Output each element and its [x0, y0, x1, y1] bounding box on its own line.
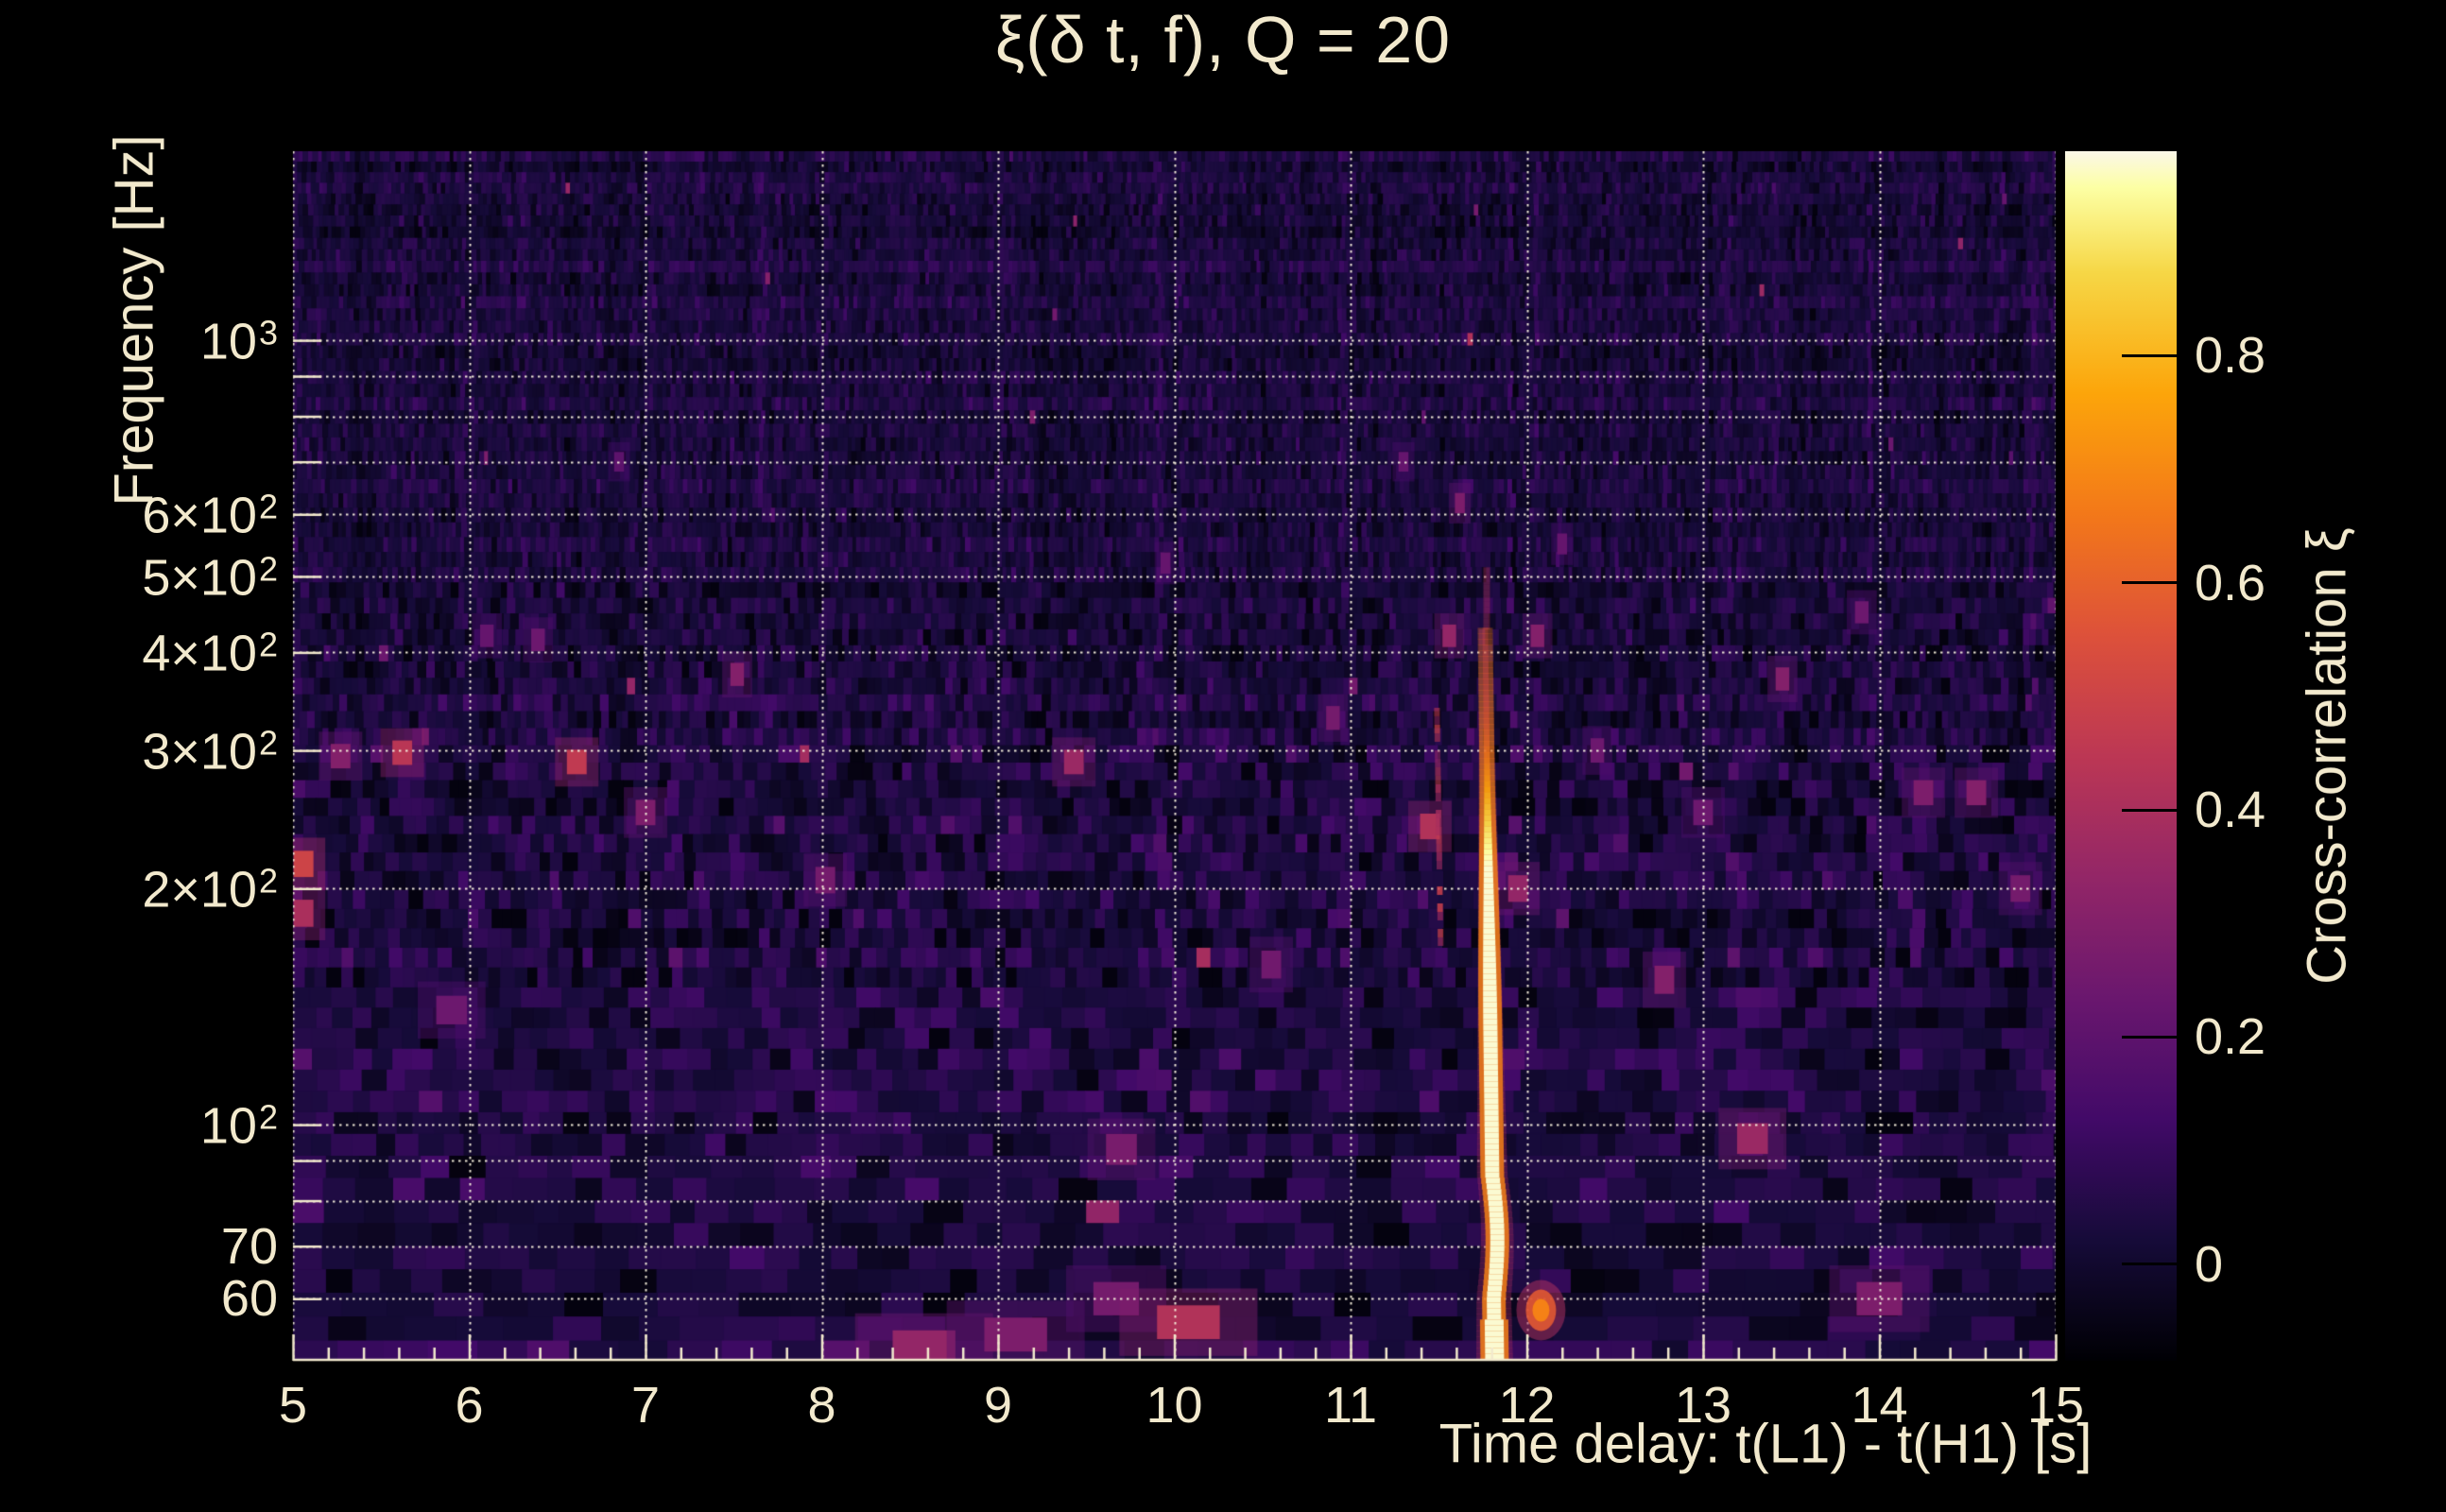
x-tick-label: 10 — [1145, 1377, 1203, 1434]
figure: ξ(δ t, f), Q = 20 Frequency [Hz] Time de… — [0, 0, 2446, 1512]
y-tick-label: 102 — [199, 1097, 278, 1155]
colorbar-tick-label: 0 — [2195, 1235, 2224, 1293]
colorbar-tick-mark — [2122, 353, 2177, 357]
colorbar-tick-mark — [2122, 581, 2177, 585]
x-tick-label: 14 — [1851, 1377, 1908, 1434]
y-tick-label: 5×102 — [142, 549, 278, 607]
x-tick-label: 11 — [1323, 1377, 1378, 1434]
y-tick-label: 103 — [199, 313, 278, 370]
x-tick-label: 9 — [983, 1377, 1013, 1434]
y-tick-label: 4×102 — [142, 625, 278, 682]
colorbar-tick-mark — [2122, 1035, 2177, 1039]
y-axis-label: Frequency [Hz] — [103, 134, 165, 507]
y-tick-label: 60 — [220, 1270, 278, 1328]
x-tick-label: 12 — [1498, 1377, 1556, 1434]
colorbar — [2065, 151, 2177, 1361]
x-tick-label: 6 — [455, 1377, 484, 1434]
colorbar-tick-mark — [2122, 808, 2177, 812]
x-tick-label: 15 — [2026, 1377, 2085, 1434]
y-tick-label: 3×102 — [142, 723, 278, 781]
y-tick-label: 70 — [220, 1217, 278, 1275]
x-tick-label: 8 — [807, 1377, 836, 1434]
colorbar-tick-label: 0.6 — [2195, 554, 2266, 611]
x-tick-label: 7 — [630, 1377, 661, 1434]
x-tick-label: 13 — [1674, 1377, 1732, 1434]
chart-title: ξ(δ t, f), Q = 20 — [994, 3, 1452, 77]
y-tick-label: 6×102 — [142, 487, 278, 544]
y-tick-label: 2×102 — [142, 861, 278, 919]
colorbar-label: Cross-correlation ξ — [2296, 527, 2358, 985]
colorbar-tick-label: 0.2 — [2195, 1008, 2266, 1066]
colorbar-tick-mark — [2122, 1263, 2177, 1266]
colorbar-tick-label: 0.4 — [2195, 782, 2266, 839]
colorbar-tick-label: 0.8 — [2195, 327, 2266, 385]
x-tick-label: 5 — [278, 1377, 308, 1434]
